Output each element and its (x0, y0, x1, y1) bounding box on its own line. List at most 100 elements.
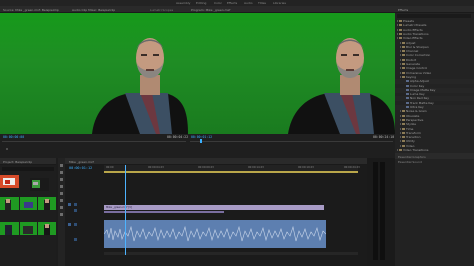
chevron-right-icon[interactable] (400, 127, 401, 130)
project-search-input[interactable] (2, 167, 54, 171)
timeline-tab[interactable]: Mike _green.mxf (69, 160, 94, 164)
folder-icon (402, 144, 405, 147)
chevron-right-icon[interactable] (397, 24, 398, 27)
source-timecode-duration: 00:00:04:22 (167, 135, 189, 139)
chevron-right-icon[interactable] (400, 118, 401, 121)
source-patch-a1[interactable] (68, 223, 71, 226)
source-patch-v1[interactable] (68, 203, 71, 206)
workspace-tab-editing[interactable]: Editing (196, 1, 206, 5)
effects-panel-title[interactable]: Effects (398, 8, 408, 12)
chevron-right-icon[interactable] (400, 67, 401, 70)
audio-meter-left (373, 162, 378, 260)
clip-thumbnail-1[interactable] (0, 175, 19, 188)
folder-icon (402, 58, 405, 61)
chevron-right-icon[interactable] (397, 149, 398, 151)
folder-icon (402, 118, 405, 121)
tools-panel (58, 158, 65, 266)
track-target-v2[interactable] (74, 209, 77, 212)
program-monitor: 00:00:01:12 00:00:24:10 (188, 13, 395, 158)
program-monitor-header: Program: Mike _green.mxf (188, 6, 395, 13)
source-monitor-header: Source: Mike _green.mxf: Beispielclip Au… (0, 6, 188, 13)
type-tool-icon[interactable] (60, 213, 63, 216)
hand-tool-icon[interactable] (60, 206, 63, 209)
clip-thumbnail-3[interactable] (0, 197, 19, 210)
chevron-right-icon[interactable] (397, 32, 398, 35)
workspace-tab-assembly[interactable]: Assembly (176, 1, 190, 5)
source-timecode-current[interactable]: 00:00:00:00 (3, 135, 24, 139)
clip-thumbnail-4[interactable] (20, 197, 37, 210)
chevron-right-icon[interactable] (400, 114, 401, 117)
workspace-tab-effects[interactable]: Effects (227, 1, 237, 5)
source-scrub-bar[interactable] (2, 141, 186, 142)
effects-panel-header: Effects (395, 6, 474, 13)
razor-tool-icon[interactable] (60, 185, 63, 188)
audio-track-headers (67, 220, 104, 250)
clip-thumbnail-5[interactable] (38, 197, 56, 210)
timeline-timecode[interactable]: 00:00:01:12 (69, 166, 92, 170)
track-target-v1[interactable] (74, 203, 77, 206)
chevron-right-icon[interactable] (400, 71, 401, 74)
folder-icon (402, 136, 405, 139)
tab-audio-clip-mixer[interactable]: Audio Clip Mixer: Beispielclip (72, 8, 115, 12)
timeline-ruler[interactable]: 00:00 00:00:04:23 00:00:09:23 00:00:14:2… (104, 165, 360, 173)
workspace-tab-audio[interactable]: Audio (244, 1, 253, 5)
program-playhead[interactable] (200, 139, 202, 143)
chevron-right-icon[interactable] (400, 140, 401, 143)
timeline-playhead[interactable] (125, 165, 126, 255)
tab-program[interactable]: Program: Mike _green.mxf (191, 8, 230, 12)
workspace-tab-color[interactable]: Color (214, 1, 222, 5)
source-monitor: 00:00:00:00 00:00:04:22 (0, 13, 188, 158)
chevron-right-icon[interactable] (400, 54, 401, 57)
slip-tool-icon[interactable] (60, 192, 63, 195)
chevron-right-icon[interactable] (400, 41, 401, 44)
tab-source[interactable]: Source: Mike _green.mxf: Beispielclip (3, 8, 59, 12)
source-video-frame[interactable] (0, 13, 188, 134)
project-panel (0, 165, 56, 266)
chevron-right-icon[interactable] (397, 37, 398, 40)
audio-meters-panel (367, 158, 395, 266)
essential-graphics-label: Essential Graphics (398, 154, 426, 159)
tab-lumetri-scopes[interactable]: Lumetri Scopes (150, 8, 173, 12)
ruler-tick-label: 00:00:04:23 (148, 166, 164, 169)
clip-thumbnail-2[interactable] (30, 178, 49, 191)
clip-thumbnail-8[interactable] (38, 222, 56, 235)
clip-thumbnail-6[interactable] (0, 222, 19, 235)
chevron-right-icon[interactable] (400, 58, 401, 61)
chevron-right-icon[interactable] (400, 144, 401, 147)
chevron-right-icon[interactable] (400, 50, 401, 53)
selection-tool-icon[interactable] (60, 164, 63, 167)
chevron-right-icon[interactable] (400, 63, 401, 65)
effect-icon (406, 84, 409, 87)
chevron-down-icon[interactable] (400, 75, 401, 78)
ripple-edit-tool-icon[interactable] (60, 178, 63, 181)
track-target-a2[interactable] (74, 238, 77, 241)
folder-icon (402, 123, 405, 126)
folder-icon (402, 114, 405, 117)
chevron-right-icon[interactable] (400, 136, 401, 139)
mark-in-icon[interactable] (6, 148, 8, 150)
workspace-tab-libraries[interactable]: Libraries (273, 1, 286, 5)
track-select-tool-icon[interactable] (60, 171, 63, 174)
effects-search-input[interactable] (397, 14, 471, 18)
essential-sound-label[interactable]: Essential Sound (398, 160, 422, 164)
effect-icon (406, 97, 409, 100)
project-panel-title[interactable]: Project: Beispielclip (3, 160, 32, 164)
track-target-a1[interactable] (74, 223, 77, 226)
chevron-right-icon[interactable] (400, 123, 401, 126)
video-clip-lower[interactable] (104, 211, 224, 213)
work-area-bar[interactable] (104, 171, 358, 173)
effects-tree: Presets Lumetri Presets Audio Effects Audio… (395, 19, 474, 153)
program-scrub-bar[interactable] (190, 141, 393, 142)
chevron-right-icon[interactable] (397, 20, 398, 22)
workspace-tab-titles[interactable]: Titles (258, 1, 266, 5)
pen-tool-icon[interactable] (60, 199, 63, 202)
video-clip[interactable]: Mike _green.mxf [V] (104, 205, 324, 210)
timeline-horizontal-scrollbar[interactable] (104, 252, 358, 255)
chevron-right-icon[interactable] (400, 45, 401, 48)
audio-clip[interactable] (103, 220, 327, 248)
chevron-right-icon[interactable] (400, 110, 401, 113)
chevron-right-icon[interactable] (400, 131, 401, 134)
clip-thumbnail-7[interactable] (20, 222, 37, 235)
chevron-right-icon[interactable] (397, 28, 398, 31)
program-video-frame[interactable] (188, 13, 395, 134)
